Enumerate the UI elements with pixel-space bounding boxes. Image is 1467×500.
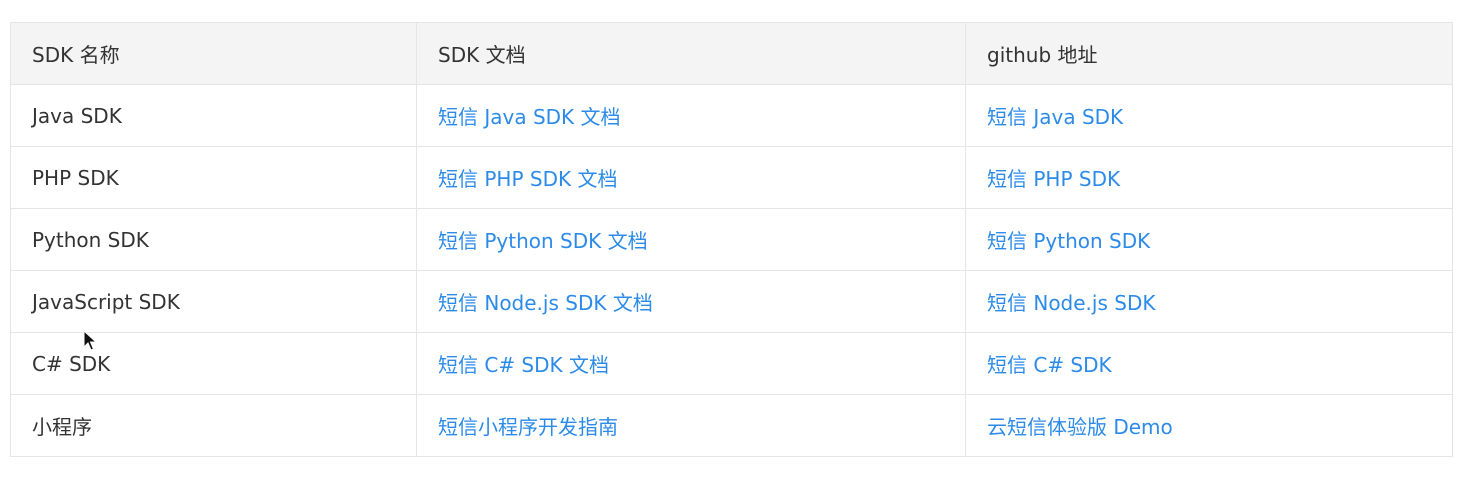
doc-cell: 短信 C# SDK 文档 — [416, 332, 966, 395]
sdk-table: SDK 名称 SDK 文档 github 地址 Java SDK 短信 Java… — [10, 22, 1453, 457]
table-row: Java SDK 短信 Java SDK 文档 短信 Java SDK — [10, 84, 1453, 147]
github-cell: 短信 PHP SDK — [965, 146, 1453, 209]
doc-link[interactable]: 短信小程序开发指南 — [438, 415, 618, 439]
table-row: Python SDK 短信 Python SDK 文档 短信 Python SD… — [10, 208, 1453, 271]
doc-link[interactable]: 短信 Python SDK 文档 — [438, 229, 648, 253]
table-row: JavaScript SDK 短信 Node.js SDK 文档 短信 Node… — [10, 270, 1453, 333]
github-cell: 短信 Node.js SDK — [965, 270, 1453, 333]
github-cell: 云短信体验版 Demo — [965, 394, 1453, 457]
github-cell: 短信 Java SDK — [965, 84, 1453, 147]
doc-link[interactable]: 短信 Java SDK 文档 — [438, 105, 621, 129]
doc-link[interactable]: 短信 C# SDK 文档 — [438, 353, 609, 377]
doc-cell: 短信 Java SDK 文档 — [416, 84, 966, 147]
table-header-row: SDK 名称 SDK 文档 github 地址 — [10, 22, 1453, 85]
sdk-name-cell: JavaScript SDK — [10, 270, 417, 333]
doc-cell: 短信 PHP SDK 文档 — [416, 146, 966, 209]
table-row: PHP SDK 短信 PHP SDK 文档 短信 PHP SDK — [10, 146, 1453, 209]
doc-cell: 短信小程序开发指南 — [416, 394, 966, 457]
sdk-name-cell: Python SDK — [10, 208, 417, 271]
table-row: C# SDK 短信 C# SDK 文档 短信 C# SDK — [10, 332, 1453, 395]
github-link[interactable]: 短信 Java SDK — [987, 105, 1123, 129]
header-github-address: github 地址 — [965, 22, 1453, 85]
doc-cell: 短信 Python SDK 文档 — [416, 208, 966, 271]
table-row: 小程序 短信小程序开发指南 云短信体验版 Demo — [10, 394, 1453, 457]
header-sdk-doc: SDK 文档 — [416, 22, 966, 85]
github-link[interactable]: 短信 Python SDK — [987, 229, 1150, 253]
github-cell: 短信 C# SDK — [965, 332, 1453, 395]
github-link[interactable]: 短信 PHP SDK — [987, 167, 1120, 191]
header-sdk-name: SDK 名称 — [10, 22, 417, 85]
github-link[interactable]: 短信 Node.js SDK — [987, 291, 1155, 315]
github-link[interactable]: 短信 C# SDK — [987, 353, 1112, 377]
doc-link[interactable]: 短信 Node.js SDK 文档 — [438, 291, 653, 315]
sdk-name-cell: 小程序 — [10, 394, 417, 457]
sdk-name-cell: Java SDK — [10, 84, 417, 147]
github-link[interactable]: 云短信体验版 Demo — [987, 415, 1173, 439]
github-cell: 短信 Python SDK — [965, 208, 1453, 271]
sdk-name-cell: C# SDK — [10, 332, 417, 395]
sdk-name-cell: PHP SDK — [10, 146, 417, 209]
doc-link[interactable]: 短信 PHP SDK 文档 — [438, 167, 617, 191]
doc-cell: 短信 Node.js SDK 文档 — [416, 270, 966, 333]
